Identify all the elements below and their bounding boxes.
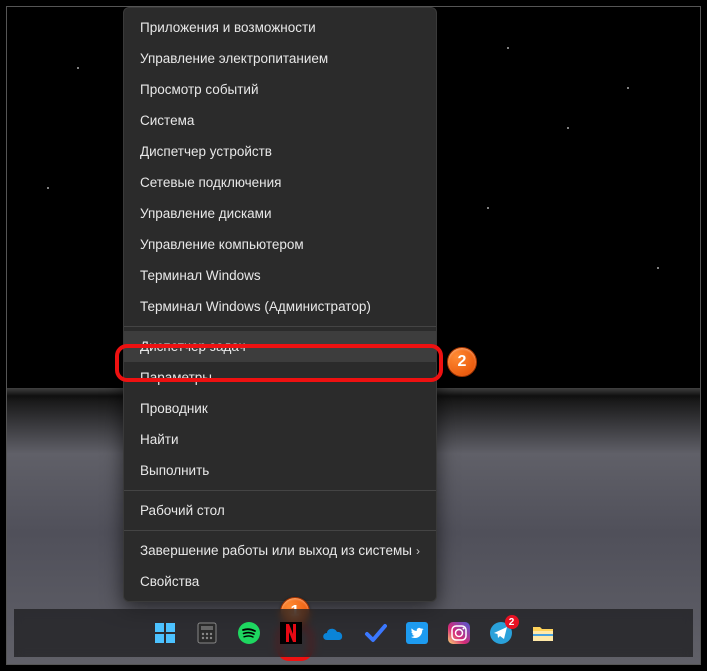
menu-item-label: Проводник [140,401,208,416]
menu-item-label: Терминал Windows (Администратор) [140,299,371,314]
taskbar: 2 [14,609,693,657]
menu-separator [124,326,436,327]
menu-item-0[interactable]: Приложения и возможности [124,12,436,43]
menu-item-label: Параметры [140,370,212,385]
windows-logo-icon [153,621,177,645]
menu-item-label: Система [140,113,194,128]
menu-item-16[interactable]: Завершение работы или выход из системы › [124,535,436,566]
menu-item-2[interactable]: Просмотр событий [124,74,436,105]
taskbar-todo[interactable] [359,617,391,649]
menu-item-label: Управление компьютером [140,237,304,252]
menu-item-1[interactable]: Управление электропитанием [124,43,436,74]
menu-item-6[interactable]: Управление дисками [124,198,436,229]
menu-item-15[interactable]: Рабочий стол [124,495,436,526]
menu-separator [124,530,436,531]
chevron-right-icon: › [416,544,420,558]
menu-item-label: Просмотр событий [140,82,259,97]
menu-item-17[interactable]: Свойства [124,566,436,597]
taskbar-explorer[interactable] [527,617,559,649]
menu-item-label: Завершение работы или выход из системы [140,543,412,558]
calculator-icon [196,622,218,644]
menu-item-5[interactable]: Сетевые подключения [124,167,436,198]
taskbar-calculator[interactable] [191,617,223,649]
taskbar-spotify[interactable] [233,617,265,649]
menu-item-label: Приложения и возможности [140,20,316,35]
folder-icon [531,622,555,644]
menu-item-14[interactable]: Выполнить [124,455,436,486]
menu-item-label: Управление электропитанием [140,51,328,66]
menu-item-label: Терминал Windows [140,268,261,283]
menu-item-13[interactable]: Найти [124,424,436,455]
menu-item-12[interactable]: Проводник [124,393,436,424]
taskbar-twitter[interactable] [401,617,433,649]
menu-item-4[interactable]: Диспетчер устройств [124,136,436,167]
start-button[interactable] [149,617,181,649]
menu-item-7[interactable]: Управление компьютером [124,229,436,260]
menu-separator [124,490,436,491]
annotation-badge-2: 2 [447,347,477,377]
menu-item-9[interactable]: Терминал Windows (Администратор) [124,291,436,322]
menu-item-label: Рабочий стол [140,503,225,518]
taskbar-instagram[interactable] [443,617,475,649]
menu-item-11[interactable]: Параметры [124,362,436,393]
menu-item-3[interactable]: Система [124,105,436,136]
menu-item-8[interactable]: Терминал Windows [124,260,436,291]
telegram-notification-badge: 2 [505,615,519,629]
spotify-icon [237,621,261,645]
menu-item-label: Свойства [140,574,199,589]
cloud-icon [320,624,346,642]
taskbar-onedrive[interactable] [317,617,349,649]
menu-item-label: Сетевые подключения [140,175,282,190]
menu-item-label: Диспетчер задач [140,339,246,354]
menu-item-label: Найти [140,432,179,447]
netflix-icon [280,622,302,644]
instagram-icon [448,622,470,644]
menu-item-10[interactable]: Диспетчер задач [124,331,436,362]
taskbar-netflix[interactable] [275,617,307,649]
menu-item-label: Диспетчер устройств [140,144,272,159]
twitter-icon [406,622,428,644]
checkmark-icon [363,621,387,645]
menu-item-label: Управление дисками [140,206,272,221]
menu-item-label: Выполнить [140,463,209,478]
taskbar-telegram[interactable]: 2 [485,617,517,649]
screenshot-frame: Приложения и возможности Управление элект… [6,6,701,665]
start-context-menu: Приложения и возможности Управление элект… [123,7,437,602]
